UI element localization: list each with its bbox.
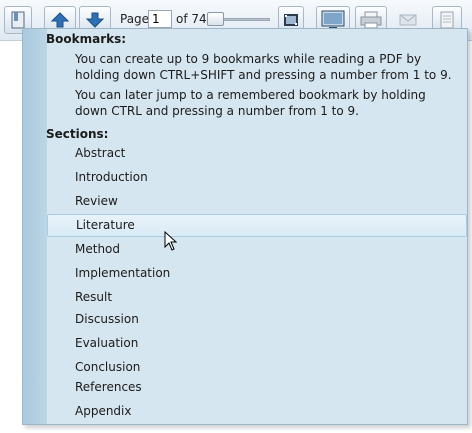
section-item-discussion[interactable]: Discussion [47,308,467,331]
section-item-result[interactable]: Result [47,286,467,309]
bookmarks-help-jump: You can later jump to a remembered bookm… [75,88,426,118]
zoom-slider-thumb[interactable] [207,12,224,26]
section-item-introduction[interactable]: Introduction [47,166,467,189]
section-item-review[interactable]: Review [47,190,467,213]
bookmarks-popup: Bookmarks: You can create up to 9 bookma… [22,28,468,425]
bookmarks-help-create: You can create up to 9 bookmarks while r… [75,52,452,82]
bookmarks-heading: Bookmarks: [46,32,127,46]
page-count: of 74 [176,12,207,26]
sections-heading: Sections: [46,127,109,141]
section-item-literature[interactable]: Literature [47,214,467,237]
section-item-evaluation[interactable]: Evaluation [47,332,467,355]
section-item-appendix[interactable]: Appendix [47,400,467,423]
section-item-method[interactable]: Method [47,238,467,261]
mouse-cursor-icon [164,230,178,254]
section-item-implementation[interactable]: Implementation [47,262,467,285]
section-item-references[interactable]: References [47,376,467,399]
popup-icon-strip [23,29,47,424]
section-item-abstract[interactable]: Abstract [47,142,467,165]
page-number-input[interactable] [148,10,172,28]
